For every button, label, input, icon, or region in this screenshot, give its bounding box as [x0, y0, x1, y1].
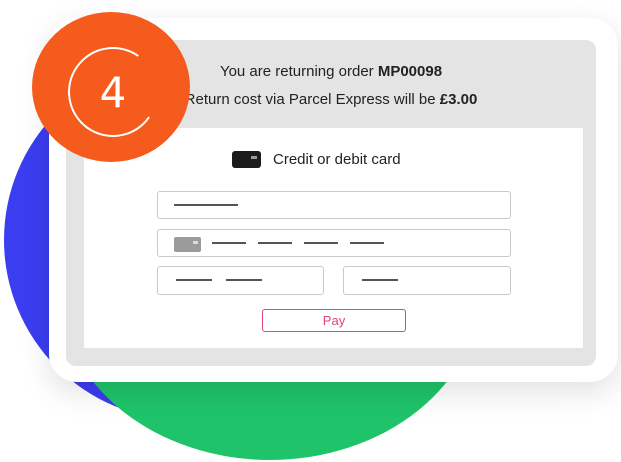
placeholder-dash	[350, 242, 384, 244]
expiry-date-field[interactable]	[157, 266, 324, 295]
cardholder-name-field[interactable]	[157, 191, 511, 219]
order-id: MP00098	[377, 63, 443, 80]
placeholder-dash	[212, 242, 246, 244]
placeholder-dash	[176, 279, 212, 281]
placeholder-dash	[226, 279, 262, 281]
placeholder-dash	[304, 242, 338, 244]
security-code-field[interactable]	[343, 266, 511, 295]
payment-method: Credit or debit card	[232, 149, 401, 169]
credit-card-icon	[232, 150, 261, 168]
placeholder-dash	[362, 279, 398, 281]
placeholder-dash	[258, 242, 292, 244]
card-number-card-icon	[174, 237, 201, 252]
return-order-prefix: You are returning order	[219, 63, 378, 80]
pay-button[interactable]: Pay	[262, 309, 406, 332]
placeholder-dash	[174, 204, 238, 206]
card-number-field[interactable]	[157, 229, 511, 257]
step-number: 4	[99, 67, 127, 117]
payment-method-label: Credit or debit card	[273, 150, 401, 168]
return-cost-prefix: Return cost via Parcel Express will be	[184, 91, 440, 108]
return-cost: £3.00	[439, 91, 478, 108]
